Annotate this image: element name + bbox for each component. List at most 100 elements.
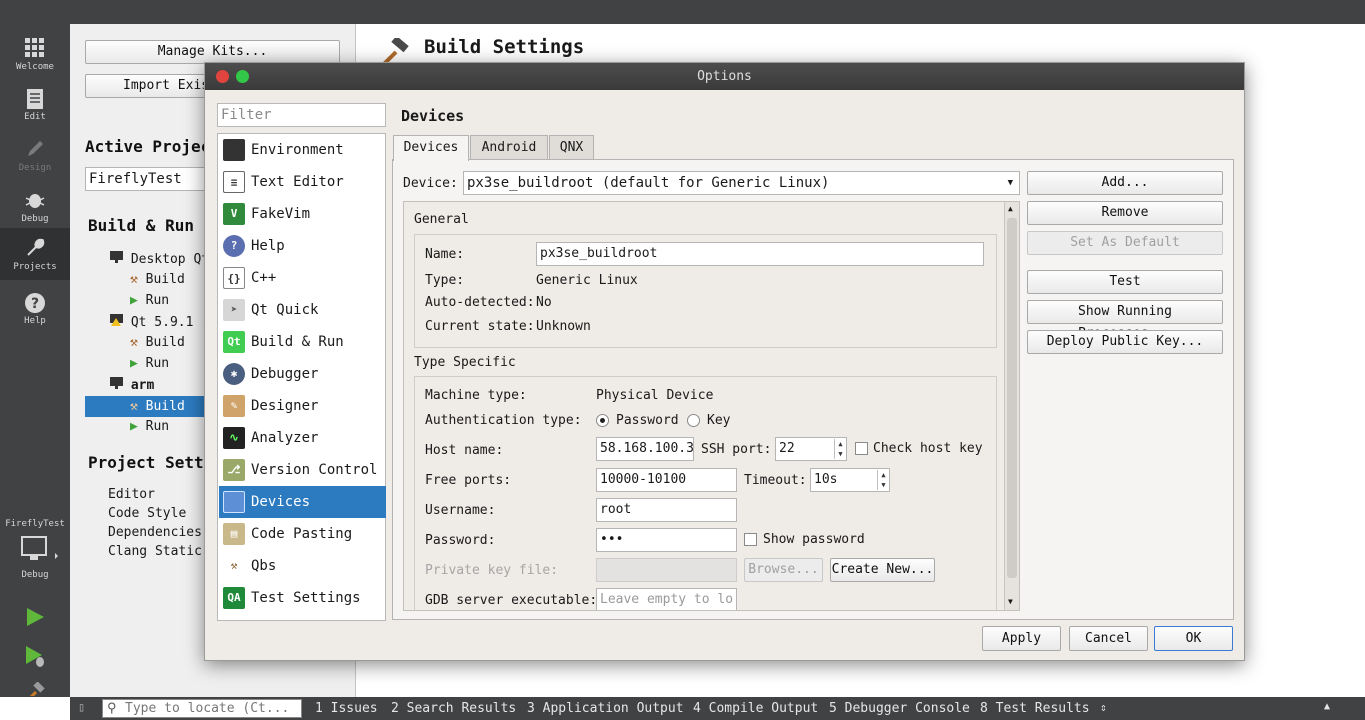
category-devices[interactable]: Devices [219, 486, 386, 518]
free-ports-input[interactable]: 10000-10100 [596, 468, 737, 492]
mode-debug[interactable]: Debug [0, 182, 70, 232]
show-password-checkbox[interactable] [744, 533, 757, 546]
device-label: Device: [403, 176, 458, 191]
tree-build-arm[interactable]: ⚒ Build [85, 396, 205, 417]
debug-run-button[interactable] [24, 644, 46, 668]
timeout-spinbox[interactable]: 10s ▲ ▼ [810, 468, 890, 492]
pane-test-results[interactable]: 8 Test Results [980, 701, 1090, 716]
filter-input[interactable]: Filter [217, 103, 386, 127]
apply-button[interactable]: Apply [982, 626, 1061, 651]
ssh-port-value: 22 [779, 441, 795, 456]
category-version-control[interactable]: ⎇ Version Control [219, 454, 386, 486]
name-input[interactable]: px3se_buildroot [536, 242, 984, 266]
details-scrollbar[interactable]: ▲ ▼ [1004, 202, 1019, 610]
mode-welcome[interactable]: Welcome [0, 30, 70, 80]
ssh-port-spinbox[interactable]: 22 ▲ ▼ [775, 437, 847, 461]
spin-down-icon[interactable]: ▼ [834, 449, 846, 459]
settings-dependencies[interactable]: Dependencies [108, 525, 202, 540]
gdb-server-input[interactable]: Leave empty to lo... [596, 588, 737, 610]
locator-placeholder: Type to locate (Ct... [125, 701, 290, 716]
tab-android[interactable]: Android [470, 135, 548, 160]
category-environment[interactable]: Environment [219, 134, 386, 166]
category-qbs[interactable]: ⚒ Qbs [219, 550, 386, 582]
build-button[interactable] [24, 682, 46, 696]
mode-projects[interactable]: Projects [0, 228, 70, 280]
maximize-pane-icon[interactable]: ▲ [1324, 701, 1330, 712]
mode-edit[interactable]: Edit [0, 80, 70, 130]
kit-selector[interactable] [12, 535, 58, 565]
welcome-grid-icon [24, 38, 46, 60]
mode-help[interactable]: ? Help [0, 284, 70, 334]
qt-build-icon: Qt [223, 331, 245, 353]
set-as-default-button[interactable]: Set As Default [1027, 231, 1223, 255]
auth-password-radio[interactable] [596, 414, 609, 427]
show-running-processes-button[interactable]: Show Running Processes... [1027, 300, 1223, 341]
manage-kits-button[interactable]: Manage Kits... [85, 40, 340, 64]
tree-run-arm[interactable]: ▶ Run [130, 419, 169, 434]
mode-design[interactable]: Design [0, 131, 70, 181]
maximize-window-icon[interactable] [236, 70, 249, 83]
toggle-sidebar-icon[interactable]: ▯ [78, 700, 85, 714]
add-device-button[interactable]: Add... [1027, 171, 1223, 195]
pane-issues[interactable]: 1 Issues [315, 701, 378, 716]
auth-key-radio[interactable] [687, 414, 700, 427]
output-pane-bar: ▯ ⚲ Type to locate (Ct... 1 Issues 2 Sea… [70, 697, 1365, 720]
tree-build-desktop[interactable]: ⚒ Build [130, 272, 185, 287]
settings-code-style[interactable]: Code Style [108, 506, 186, 521]
category-qt-quick[interactable]: ➤ Qt Quick [219, 294, 386, 326]
monitor-icon [110, 251, 123, 263]
scroll-up-icon[interactable]: ▲ [1008, 204, 1013, 213]
cancel-button[interactable]: Cancel [1069, 626, 1148, 651]
tab-devices[interactable]: Devices [393, 135, 469, 161]
category-fakevim[interactable]: V FakeVim [219, 198, 386, 230]
mode-label: Projects [13, 262, 57, 272]
debug-bug-icon [24, 190, 46, 212]
options-dialog: Options Filter Environment ≡ Text Editor … [204, 62, 1245, 661]
tree-run-desktop[interactable]: ▶ Run [130, 293, 169, 308]
tab-qnx[interactable]: QNX [549, 135, 594, 160]
dropdown-arrow-icon: ▼ [1007, 178, 1013, 188]
text-editor-icon: ≡ [223, 171, 245, 193]
hammer-icon: ⚒ [130, 399, 138, 414]
spin-up-icon[interactable]: ▲ [877, 470, 889, 480]
category-help[interactable]: ? Help [219, 230, 386, 262]
scroll-down-icon[interactable]: ▼ [1008, 597, 1013, 606]
category-build-run[interactable]: Qt Build & Run [219, 326, 386, 358]
category-label: Designer [251, 398, 319, 414]
pane-search-results[interactable]: 2 Search Results [391, 701, 516, 716]
host-name-input[interactable]: 58.168.100.39 [596, 437, 694, 461]
password-input[interactable]: ••• [596, 528, 737, 552]
category-analyzer[interactable]: ∿ Analyzer [219, 422, 386, 454]
category-cpp[interactable]: {} C++ [219, 262, 386, 294]
locator-input[interactable]: ⚲ Type to locate (Ct... [102, 699, 302, 718]
tree-build-qt591[interactable]: ⚒ Build [130, 335, 185, 350]
pane-debugger-console[interactable]: 5 Debugger Console [829, 701, 970, 716]
category-code-pasting[interactable]: ▤ Code Pasting [219, 518, 386, 550]
device-combo[interactable]: px3se_buildroot (default for Generic Lin… [463, 171, 1020, 195]
category-designer[interactable]: ✎ Designer [219, 390, 386, 422]
test-device-button[interactable]: Test [1027, 270, 1223, 294]
category-debugger[interactable]: ✱ Debugger [219, 358, 386, 390]
settings-editor[interactable]: Editor [108, 487, 155, 502]
pane-compile-output[interactable]: 4 Compile Output [693, 701, 818, 716]
check-host-key-checkbox[interactable] [855, 442, 868, 455]
private-key-input[interactable] [596, 558, 737, 582]
run-button[interactable] [24, 606, 46, 628]
remove-device-button[interactable]: Remove [1027, 201, 1223, 225]
current-state-label: Current state: [425, 319, 535, 334]
close-window-icon[interactable] [216, 70, 229, 83]
create-new-key-button[interactable]: Create New... [830, 558, 935, 582]
pane-application-output[interactable]: 3 Application Output [527, 701, 684, 716]
tree-run-qt591[interactable]: ▶ Run [130, 356, 169, 371]
pane-chooser-icon[interactable]: ⇕ [1100, 701, 1107, 714]
category-test-settings[interactable]: QA Test Settings [219, 582, 386, 614]
deploy-public-key-button[interactable]: Deploy Public Key... [1027, 330, 1223, 354]
spin-down-icon[interactable]: ▼ [877, 480, 889, 490]
username-input[interactable]: root [596, 498, 737, 522]
scrollbar-thumb[interactable] [1007, 218, 1017, 578]
tree-kit-arm[interactable]: arm [110, 377, 154, 393]
spin-up-icon[interactable]: ▲ [834, 439, 846, 449]
ok-button[interactable]: OK [1154, 626, 1233, 651]
browse-button[interactable]: Browse... [744, 558, 823, 582]
category-text-editor[interactable]: ≡ Text Editor [219, 166, 386, 198]
